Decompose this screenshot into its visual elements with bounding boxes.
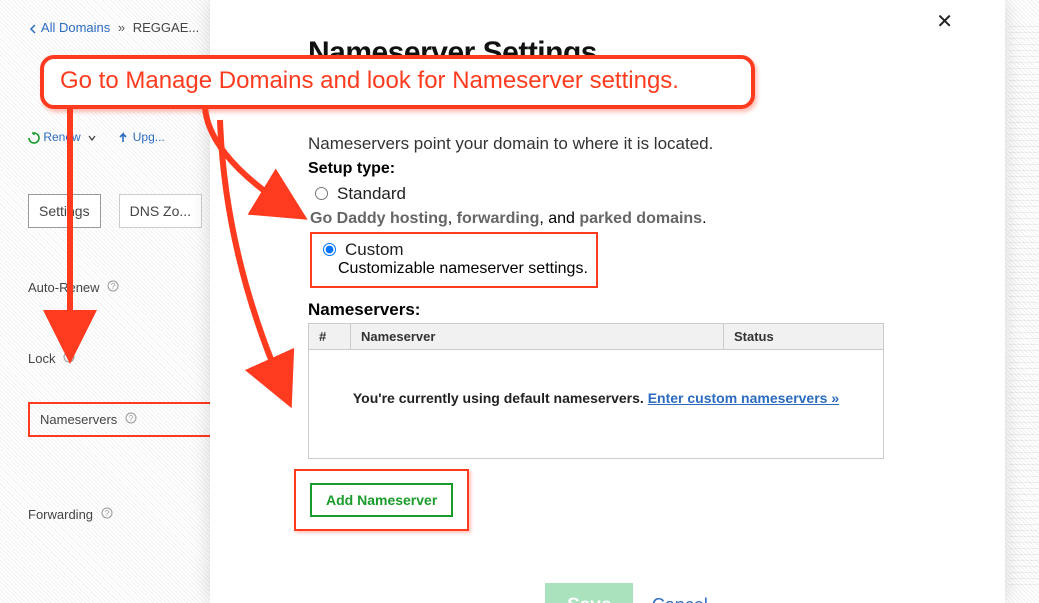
instruction-callout: Go to Manage Domains and look for Namese… (40, 55, 755, 109)
modal-info-text: Nameservers point your domain to where i… (308, 134, 945, 154)
radio-custom[interactable]: Custom (318, 240, 588, 260)
sidebar-tabs: Settings DNS Zo... (28, 194, 228, 228)
renew-icon (28, 132, 40, 144)
back-icon (28, 24, 38, 34)
th-number: # (309, 324, 351, 350)
close-button[interactable]: ✕ (930, 8, 959, 35)
table-header-row: # Nameserver Status (309, 324, 884, 350)
tab-settings[interactable]: Settings (28, 194, 101, 228)
breadcrumb-all-domains[interactable]: All Domains (41, 20, 110, 35)
add-nameserver-button[interactable]: Add Nameserver (310, 483, 453, 517)
sidebar-item-label: Nameservers (40, 412, 117, 427)
sidebar-item-nameservers[interactable]: Nameservers ? (28, 402, 228, 437)
desc-part: , (448, 210, 457, 227)
radio-custom-label: Custom (345, 240, 404, 260)
domain-actions: Renew Upg... (28, 130, 228, 144)
add-nameserver-highlight-box: Add Nameserver (294, 469, 469, 531)
help-icon[interactable]: ? (107, 280, 119, 292)
upgrade-link[interactable]: Upg... (133, 130, 165, 144)
sidebar-item-lock[interactable]: Lock ? (28, 347, 228, 370)
sidebar-item-label: Auto-Renew (28, 280, 100, 295)
radio-standard-label: Standard (337, 184, 406, 204)
setup-type-group: Standard Go Daddy hosting, forwarding, a… (310, 184, 945, 288)
svg-text:?: ? (129, 414, 134, 423)
desc-part: , and (539, 210, 579, 227)
sidebar-item-auto-renew[interactable]: Auto-Renew ? (28, 276, 228, 299)
radio-custom-desc: Customizable nameserver settings. (338, 260, 588, 278)
sidebar-item-label: Forwarding (28, 507, 93, 522)
tab-dns-zone[interactable]: DNS Zo... (119, 194, 202, 228)
right-obscured-strip (1009, 25, 1039, 585)
svg-text:?: ? (111, 282, 116, 291)
sidebar-item-label: Lock (28, 351, 55, 366)
desc-part: . (702, 210, 706, 227)
help-icon[interactable]: ? (101, 507, 113, 519)
default-ns-message: You're currently using default nameserve… (353, 390, 648, 406)
cancel-link[interactable]: Cancel (652, 595, 708, 603)
nameservers-table: # Nameserver Status You're currently usi… (308, 323, 884, 459)
breadcrumb: All Domains » REGGAE... (28, 20, 228, 35)
modal-footer: Save Cancel (308, 583, 945, 603)
default-ns-message-cell: You're currently using default nameserve… (309, 350, 884, 459)
save-button[interactable]: Save (545, 583, 633, 603)
desc-part: parked domains (579, 210, 702, 227)
radio-custom-input[interactable] (323, 243, 336, 256)
nameservers-section-label: Nameservers: (308, 300, 945, 320)
upgrade-icon (117, 132, 129, 144)
renew-link[interactable]: Renew (43, 130, 80, 144)
desc-part: Go Daddy hosting (310, 210, 448, 227)
radio-standard[interactable]: Standard (310, 184, 945, 204)
radio-standard-desc: Go Daddy hosting, forwarding, and parked… (310, 210, 945, 228)
help-icon[interactable]: ? (125, 412, 137, 424)
breadcrumb-domain: REGGAE... (133, 20, 199, 35)
enter-custom-nameservers-link[interactable]: Enter custom nameservers » (648, 390, 839, 406)
desc-part: forwarding (457, 210, 540, 227)
th-status: Status (724, 324, 884, 350)
setup-type-label: Setup type: (308, 160, 945, 178)
help-icon[interactable]: ? (63, 351, 75, 363)
svg-text:?: ? (104, 509, 109, 518)
svg-text:?: ? (67, 353, 72, 362)
sidebar-item-forwarding[interactable]: Forwarding ? (28, 503, 228, 526)
table-row: You're currently using default nameserve… (309, 350, 884, 459)
th-nameserver: Nameserver (351, 324, 724, 350)
breadcrumb-separator: » (118, 20, 125, 35)
renew-caret-icon[interactable] (88, 134, 96, 142)
radio-custom-highlight-box: Custom Customizable nameserver settings. (310, 232, 598, 288)
radio-standard-input[interactable] (315, 187, 328, 200)
